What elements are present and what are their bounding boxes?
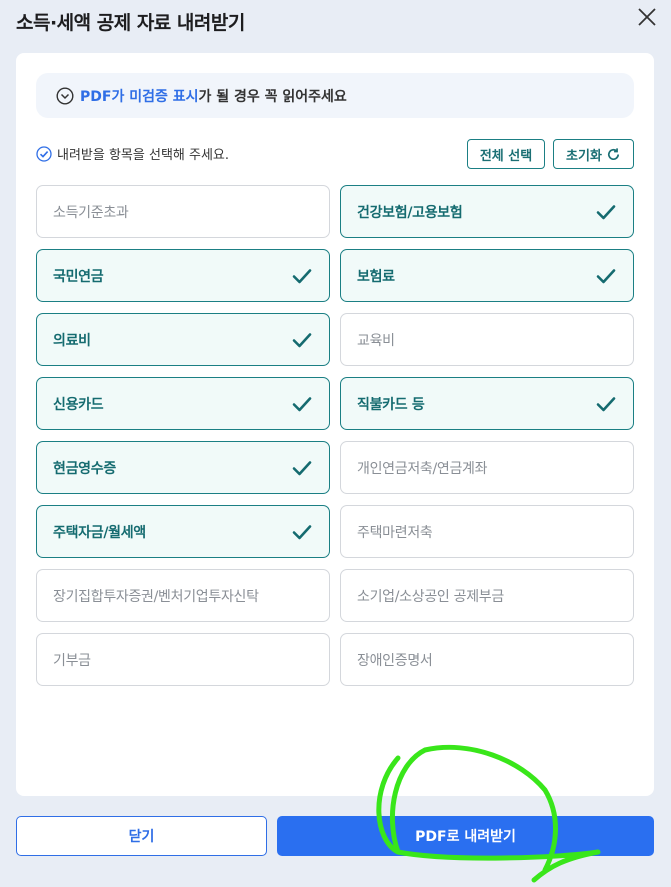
deduction-item-label: 주택자금/월세액: [53, 524, 146, 541]
deduction-item-label: 건강보험/고용보험: [357, 204, 463, 221]
deduction-item[interactable]: 주택자금/월세액: [36, 505, 330, 558]
dialog-title: 소득·세액 공제 자료 내려받기: [16, 12, 245, 34]
download-pdf-button[interactable]: PDF로 내려받기: [277, 816, 654, 856]
select-all-button[interactable]: 전체 선택: [467, 139, 545, 169]
instruction: 내려받을 항목을 선택해 주세요.: [36, 144, 229, 163]
selection-panel: PDF가 미검증 표시 가 될 경우 꼭 읽어주세요 내려받을 항목을 선택해 주…: [16, 53, 654, 796]
deduction-item[interactable]: 장애인증명서: [340, 633, 634, 686]
deduction-item[interactable]: 장기집합투자증권/벤처기업투자신탁: [36, 569, 330, 622]
deduction-item-label: 직불카드 등: [357, 396, 425, 413]
deduction-item[interactable]: 의료비: [36, 313, 330, 366]
checkmark-icon: [292, 268, 312, 283]
deduction-item[interactable]: 개인연금저축/연금계좌: [340, 441, 634, 494]
check-circle-icon: [36, 145, 52, 162]
notice-highlight: PDF가 미검증 표시: [80, 88, 199, 105]
checkmark-icon: [292, 396, 312, 411]
reset-button[interactable]: 초기화: [553, 139, 634, 169]
deduction-item-label: 국민연금: [53, 268, 104, 285]
deduction-item[interactable]: 현금영수증: [36, 441, 330, 494]
close-icon[interactable]: [634, 4, 660, 30]
deduction-items-grid: 소득기준초과 건강보험/고용보험국민연금 보험료의료비 교육비신용카드 직불카드 등현금…: [36, 185, 634, 686]
deduction-item-label: 현금영수증: [53, 460, 116, 477]
unverified-notice-toggle[interactable]: PDF가 미검증 표시 가 될 경우 꼭 읽어주세요: [36, 73, 634, 118]
notice-text: 가 될 경우 꼭 읽어주세요: [198, 88, 347, 105]
deduction-item[interactable]: 건강보험/고용보험: [340, 185, 634, 238]
deduction-item-label: 개인연금저축/연금계좌: [357, 460, 488, 477]
deduction-item[interactable]: 국민연금: [36, 249, 330, 302]
deduction-item[interactable]: 기부금: [36, 633, 330, 686]
deduction-item-label: 보험료: [357, 268, 395, 285]
deduction-item[interactable]: 교육비: [340, 313, 634, 366]
close-button[interactable]: 닫기: [16, 816, 267, 856]
checkmark-icon: [596, 204, 616, 219]
deduction-item[interactable]: 직불카드 등: [340, 377, 634, 430]
checkmark-icon: [596, 396, 616, 411]
deduction-item-label: 소기업/소상공인 공제부금: [357, 588, 504, 605]
refresh-icon: [607, 147, 619, 160]
checkmark-icon: [596, 268, 616, 283]
deduction-item[interactable]: 소득기준초과: [36, 185, 330, 238]
deduction-item[interactable]: 보험료: [340, 249, 634, 302]
chevron-down-circle-icon: [56, 86, 74, 105]
deduction-item-label: 주택마련저축: [357, 524, 433, 541]
dialog-header: 소득·세액 공제 자료 내려받기: [0, 0, 671, 46]
deduction-item-label: 기부금: [53, 652, 91, 669]
deduction-item[interactable]: 소기업/소상공인 공제부금: [340, 569, 634, 622]
checkmark-icon: [292, 460, 312, 475]
checkmark-icon: [292, 524, 312, 539]
deduction-item-label: 소득기준초과: [53, 204, 129, 221]
deduction-item[interactable]: 주택마련저축: [340, 505, 634, 558]
deduction-item-label: 의료비: [53, 332, 91, 349]
deduction-item-label: 장기집합투자증권/벤처기업투자신탁: [53, 588, 259, 605]
deduction-item[interactable]: 신용카드: [36, 377, 330, 430]
deduction-item-label: 교육비: [357, 332, 395, 349]
deduction-item-label: 신용카드: [53, 396, 104, 413]
instruction-text: 내려받을 항목을 선택해 주세요.: [57, 148, 230, 163]
checkmark-icon: [292, 332, 312, 347]
reset-button-label: 초기화: [566, 148, 602, 164]
deduction-item-label: 장애인증명서: [357, 652, 433, 669]
